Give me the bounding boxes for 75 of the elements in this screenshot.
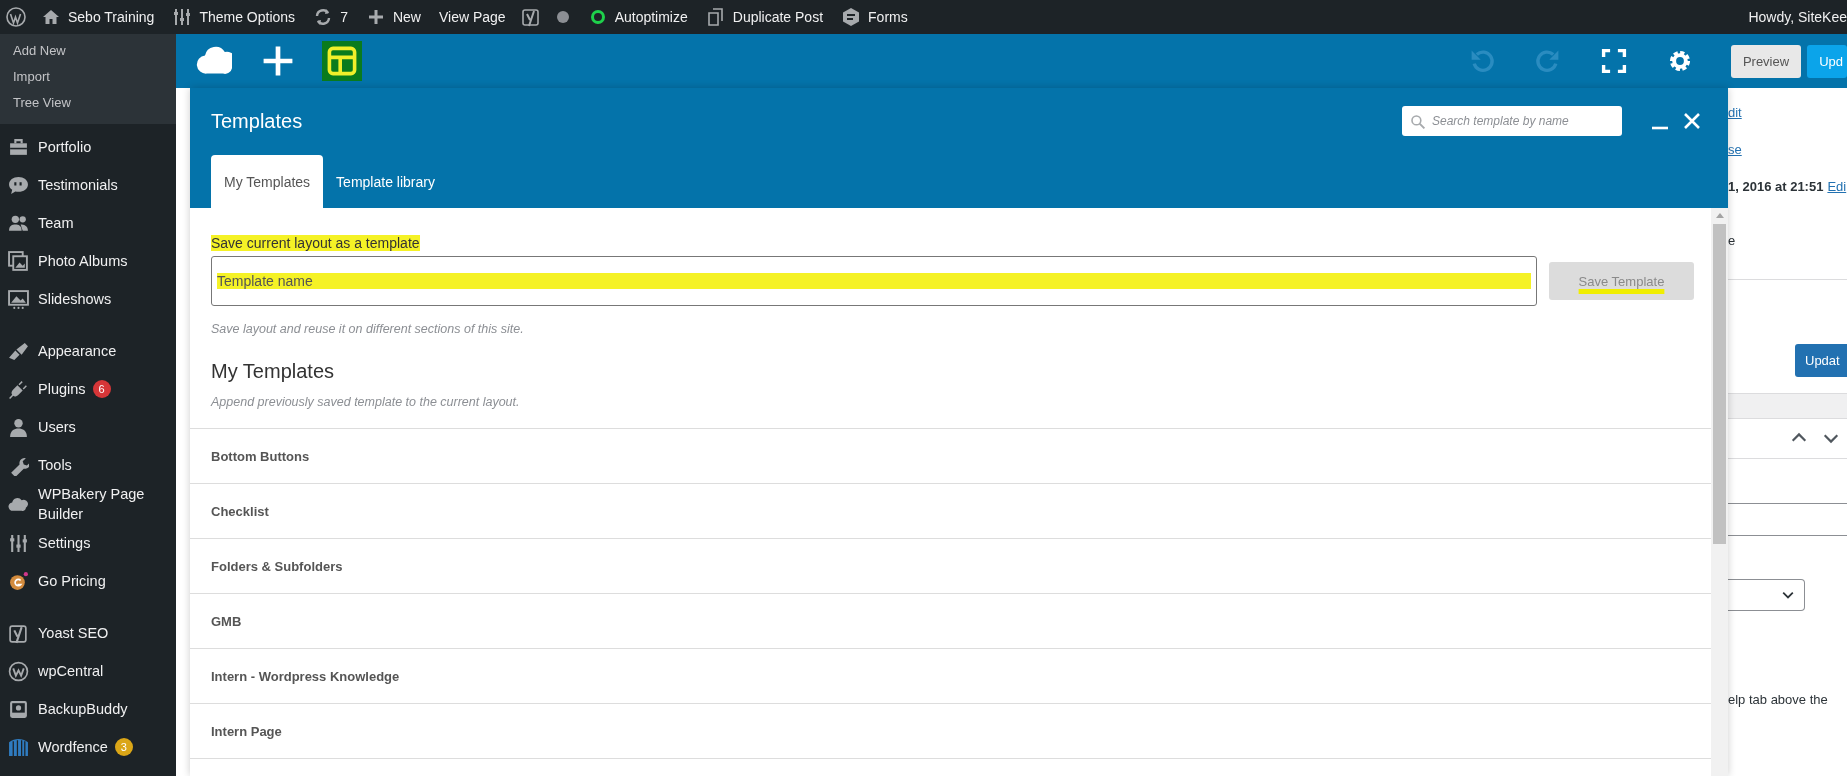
menu-item[interactable]: wpCentral xyxy=(0,652,176,690)
menu-item[interactable]: Team xyxy=(0,204,176,242)
menu-item[interactable]: Yoast SEO xyxy=(0,614,176,652)
tab[interactable]: Template library xyxy=(323,155,448,208)
forms-icon xyxy=(841,7,862,27)
submenu-item[interactable]: Tree View xyxy=(0,90,176,116)
panel-text: e xyxy=(1728,233,1736,248)
plug-icon xyxy=(8,378,29,400)
photos-icon xyxy=(8,250,29,272)
modal-title: Templates xyxy=(211,109,304,133)
count-badge: 3 xyxy=(114,738,133,756)
toolbar-link[interactable]: Autoptimize xyxy=(578,0,697,34)
menu-item[interactable]: Users xyxy=(0,408,176,446)
speech-bubble-icon xyxy=(8,174,29,196)
y-logo-icon xyxy=(8,622,29,644)
menu-item[interactable]: Plugins 6 xyxy=(0,370,176,408)
briefcase-icon xyxy=(8,136,29,158)
menu-item[interactable]: Slideshows xyxy=(0,280,176,318)
submenu-item[interactable]: Import xyxy=(0,64,176,90)
save-label: Save current layout as a template xyxy=(211,235,420,251)
toolbar-link[interactable]: Sebo Training xyxy=(32,0,164,34)
toolbar-link[interactable]: View Page xyxy=(429,0,515,34)
menu-item[interactable]: Wordfence 3 xyxy=(0,728,176,766)
menu-item[interactable]: Settings xyxy=(0,524,176,562)
sliders-icon xyxy=(8,532,29,554)
template-name-field[interactable]: Template name xyxy=(211,256,1537,306)
w-circle-icon xyxy=(8,660,29,682)
section-subtitle: Append previously saved template to the current layout. xyxy=(211,395,521,409)
menu-item[interactable]: Portfolio xyxy=(0,128,176,166)
brush-icon xyxy=(8,340,29,362)
toolbar-link[interactable]: Duplicate Post xyxy=(696,0,833,34)
scrollbar-thumb[interactable] xyxy=(1713,224,1726,544)
toolbar-link[interactable]: Forms xyxy=(832,0,917,34)
edit-link[interactable]: dit xyxy=(1728,105,1742,120)
search-field[interactable]: Search template by name xyxy=(1402,106,1622,136)
hint-text: Save layout and reuse it on different sections of this site. xyxy=(211,322,525,336)
template-item[interactable]: Intern Page xyxy=(190,704,1711,759)
toolbar-link[interactable]: Theme Options xyxy=(163,0,305,34)
edit-link[interactable]: se xyxy=(1728,142,1742,157)
update-button[interactable]: Updat xyxy=(1795,344,1847,377)
menu-item[interactable]: WPBakery Page Builder xyxy=(0,484,176,524)
submenu-item[interactable]: Add New xyxy=(0,38,176,64)
template-item[interactable]: Folders & Subfolders xyxy=(190,539,1711,594)
toolbar-link[interactable]: 7 xyxy=(304,0,357,34)
scrollbar[interactable] xyxy=(1711,208,1728,776)
menu-item[interactable]: Testimonials xyxy=(0,166,176,204)
fence-icon xyxy=(8,736,29,758)
section-heading: My Templates xyxy=(211,360,335,383)
home-icon xyxy=(41,7,61,27)
date-text: 1, 2016 at 21:51 xyxy=(1728,179,1824,194)
count-badge: 6 xyxy=(92,380,111,398)
template-item[interactable]: Bottom Buttons xyxy=(190,429,1711,484)
image-icon xyxy=(8,288,29,310)
menu-item[interactable]: Go Pricing xyxy=(0,562,176,600)
menu-item[interactable]: Photo Albums xyxy=(0,242,176,280)
copy-icon xyxy=(705,7,726,27)
toolbar-link[interactable]: New xyxy=(356,0,430,34)
account-link[interactable]: Howdy, SiteKee xyxy=(1748,9,1847,25)
person-icon xyxy=(8,416,29,438)
help-text: elp tab above the xyxy=(1728,692,1829,707)
sliders-icon xyxy=(172,7,193,27)
close-icon[interactable] xyxy=(1682,111,1702,131)
template-item[interactable]: GMB xyxy=(190,594,1711,649)
g-coin-icon xyxy=(8,570,29,592)
drive-icon xyxy=(8,698,29,720)
layout-icon[interactable] xyxy=(322,41,362,81)
menu-item[interactable]: Tools xyxy=(0,446,176,484)
tab[interactable]: My Templates xyxy=(211,155,324,208)
edit-link[interactable]: Edi xyxy=(1827,179,1847,194)
fullscreen-icon[interactable] xyxy=(1600,48,1627,74)
menu-item[interactable]: BackupBuddy xyxy=(0,690,176,728)
template-item[interactable]: Checklist xyxy=(190,484,1711,539)
menu-item[interactable]: Appearance xyxy=(0,332,176,370)
preview-button[interactable]: Preview xyxy=(1730,44,1802,78)
template-item[interactable]: Intern - Wordpress Knowledge xyxy=(190,649,1711,704)
